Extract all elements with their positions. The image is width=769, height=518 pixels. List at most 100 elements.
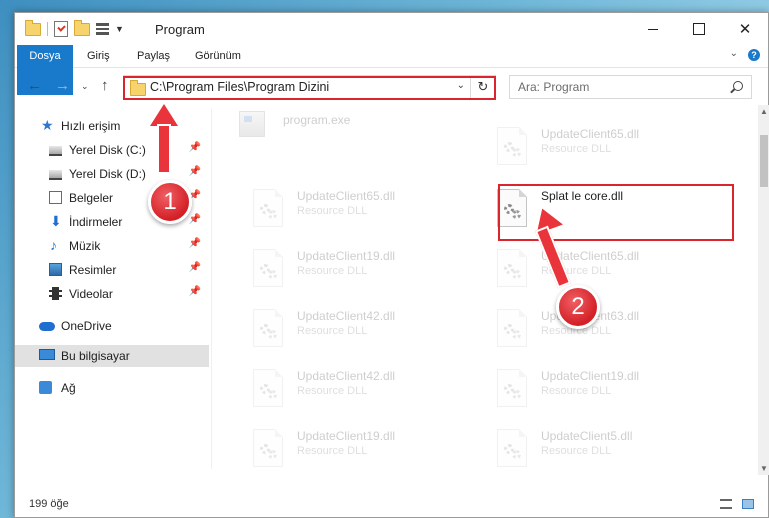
- details-view-icon[interactable]: [720, 499, 732, 509]
- help-icon[interactable]: ?: [748, 49, 760, 61]
- sidebar-item-label: Yerel Disk (D:): [69, 167, 146, 181]
- pin-icon[interactable]: 📌: [189, 286, 201, 297]
- file-item[interactable]: program.exe: [225, 109, 455, 159]
- sidebar-item-pictures[interactable]: Resimler 📌: [15, 259, 209, 281]
- pane-divider[interactable]: [211, 109, 212, 469]
- file-name: UpdateClient5.dll: [541, 429, 633, 443]
- customize-toolbar-chevron-icon[interactable]: ▼: [115, 24, 124, 34]
- star-icon: ★: [41, 117, 54, 133]
- scroll-thumb[interactable]: [760, 135, 768, 187]
- sidebar-item-label: İndirmeler: [69, 215, 123, 229]
- sidebar-item-network[interactable]: Ağ: [15, 377, 209, 399]
- tab-home[interactable]: Giriş: [87, 45, 110, 67]
- back-arrow-icon[interactable]: ←: [27, 77, 42, 94]
- sidebar-item-label: Bu bilgisayar: [61, 349, 130, 363]
- file-item[interactable]: UpdateClient19.dll Resource DLL: [239, 425, 469, 475]
- up-arrow-icon[interactable]: ↑: [101, 77, 109, 94]
- status-bar: 199 öğe: [15, 493, 768, 517]
- dll-file-icon: [253, 309, 283, 347]
- search-icon[interactable]: [733, 81, 743, 91]
- dll-file-icon: [497, 369, 527, 407]
- sidebar-item-local-disk-c[interactable]: Yerel Disk (C:) 📌: [15, 139, 209, 161]
- close-button[interactable]: ✕: [722, 13, 768, 45]
- sidebar-item-label: Belgeler: [69, 191, 114, 205]
- drive-icon: [49, 146, 62, 156]
- search-placeholder: Ara: Program: [518, 80, 590, 94]
- file-item[interactable]: UpdateClient19.dll Resource DLL: [483, 365, 713, 415]
- sidebar-item-quick-access[interactable]: ★ Hızlı erişim: [15, 115, 209, 137]
- file-item[interactable]: UpdateClient65.dll Resource DLL: [483, 245, 713, 295]
- dll-file-icon: [497, 127, 527, 165]
- file-type: Resource DLL: [541, 385, 612, 397]
- file-name: UpdateClient19.dll: [297, 249, 396, 263]
- address-bar-highlight: [123, 76, 496, 100]
- file-name: program.exe: [283, 113, 351, 127]
- file-item[interactable]: UpdateClient42.dll Resource DLL: [239, 365, 469, 415]
- file-item[interactable]: UpdateClient65.dll Resource DLL: [239, 185, 469, 235]
- dll-file-icon: [497, 309, 527, 347]
- sidebar-item-label: Resimler: [69, 263, 117, 277]
- music-icon: ♪: [50, 237, 57, 253]
- file-name: UpdateClient42.dll: [297, 369, 396, 383]
- forward-arrow-icon[interactable]: →: [55, 77, 70, 94]
- tab-share[interactable]: Paylaş: [137, 45, 170, 67]
- drive-icon: [49, 170, 62, 180]
- sidebar-item-label: Hızlı erişim: [61, 119, 121, 133]
- file-type: Resource DLL: [297, 265, 368, 277]
- dll-file-icon: [253, 369, 283, 407]
- dll-file-icon: [253, 189, 283, 227]
- file-list: program.exe UpdateClient65.dll Resource …: [225, 105, 745, 475]
- file-type: Resource DLL: [297, 445, 368, 457]
- title-bar: ▼ Program ✕: [15, 13, 768, 45]
- arrow-1-shaft: [157, 124, 171, 174]
- dll-file-icon: [253, 249, 283, 287]
- file-item[interactable]: UpdateClient42.dll Resource DLL: [239, 305, 469, 355]
- file-item[interactable]: UpdateClient5.dll Resource DLL: [483, 425, 713, 475]
- properties-check-icon[interactable]: [54, 21, 68, 37]
- properties-icon[interactable]: [96, 23, 109, 35]
- documents-icon: [49, 191, 62, 204]
- pin-icon[interactable]: 📌: [189, 262, 201, 273]
- scroll-down-icon[interactable]: ▼: [760, 464, 768, 473]
- pin-icon[interactable]: 📌: [189, 166, 201, 177]
- file-name: UpdateClient42.dll: [297, 309, 396, 323]
- window-title: Program: [155, 22, 205, 37]
- file-item[interactable]: UpdateClient19.dll Resource DLL: [239, 245, 469, 295]
- navigation-pane: ★ Hızlı erişim Yerel Disk (C:) 📌 Yerel D…: [15, 109, 211, 469]
- search-box[interactable]: Ara: Program: [509, 75, 752, 99]
- large-icons-view-icon[interactable]: [742, 499, 754, 509]
- expand-ribbon-chevron-icon[interactable]: ⌄: [730, 48, 738, 59]
- sidebar-item-music[interactable]: ♪ Müzik 📌: [15, 235, 209, 257]
- pin-icon[interactable]: 📌: [189, 142, 201, 153]
- explorer-window: ▼ Program ✕ Dosya Giriş Paylaş Görünüm ⌄…: [14, 12, 769, 518]
- sidebar-item-this-pc[interactable]: Bu bilgisayar: [15, 345, 209, 367]
- file-type: Resource DLL: [297, 205, 368, 217]
- file-type: Resource DLL: [541, 143, 612, 155]
- pin-icon[interactable]: 📌: [189, 214, 201, 225]
- folder-icon[interactable]: [25, 19, 41, 36]
- sidebar-item-onedrive[interactable]: OneDrive: [15, 315, 209, 337]
- toolbar-separator: [47, 22, 48, 36]
- file-name: UpdateClient65.dll: [297, 189, 396, 203]
- file-item[interactable]: UpdateClient65.dll Resource DLL: [483, 123, 713, 173]
- computer-icon: [39, 349, 55, 360]
- sidebar-item-videos[interactable]: Videolar 📌: [15, 283, 209, 305]
- recent-locations-chevron-icon[interactable]: ⌄: [81, 81, 89, 92]
- scroll-up-icon[interactable]: ▲: [760, 107, 768, 116]
- new-folder-icon[interactable]: [74, 19, 90, 36]
- maximize-button[interactable]: [676, 13, 722, 45]
- dll-file-icon: [497, 429, 527, 467]
- vertical-scrollbar[interactable]: ▲ ▼: [758, 105, 769, 475]
- pin-icon[interactable]: 📌: [189, 238, 201, 249]
- dll-file-icon: [253, 429, 283, 467]
- sidebar-item-label: Ağ: [61, 381, 76, 395]
- sidebar-item-label: Müzik: [69, 239, 101, 253]
- item-count: 199 öğe: [29, 498, 69, 510]
- file-type: Resource DLL: [297, 325, 368, 337]
- sidebar-item-label: Yerel Disk (C:): [69, 143, 146, 157]
- file-type: Resource DLL: [541, 445, 612, 457]
- tab-view[interactable]: Görünüm: [195, 45, 241, 67]
- step-marker-1: 1: [148, 180, 192, 224]
- file-name: UpdateClient65.dll: [541, 127, 640, 141]
- minimize-button[interactable]: [630, 13, 676, 45]
